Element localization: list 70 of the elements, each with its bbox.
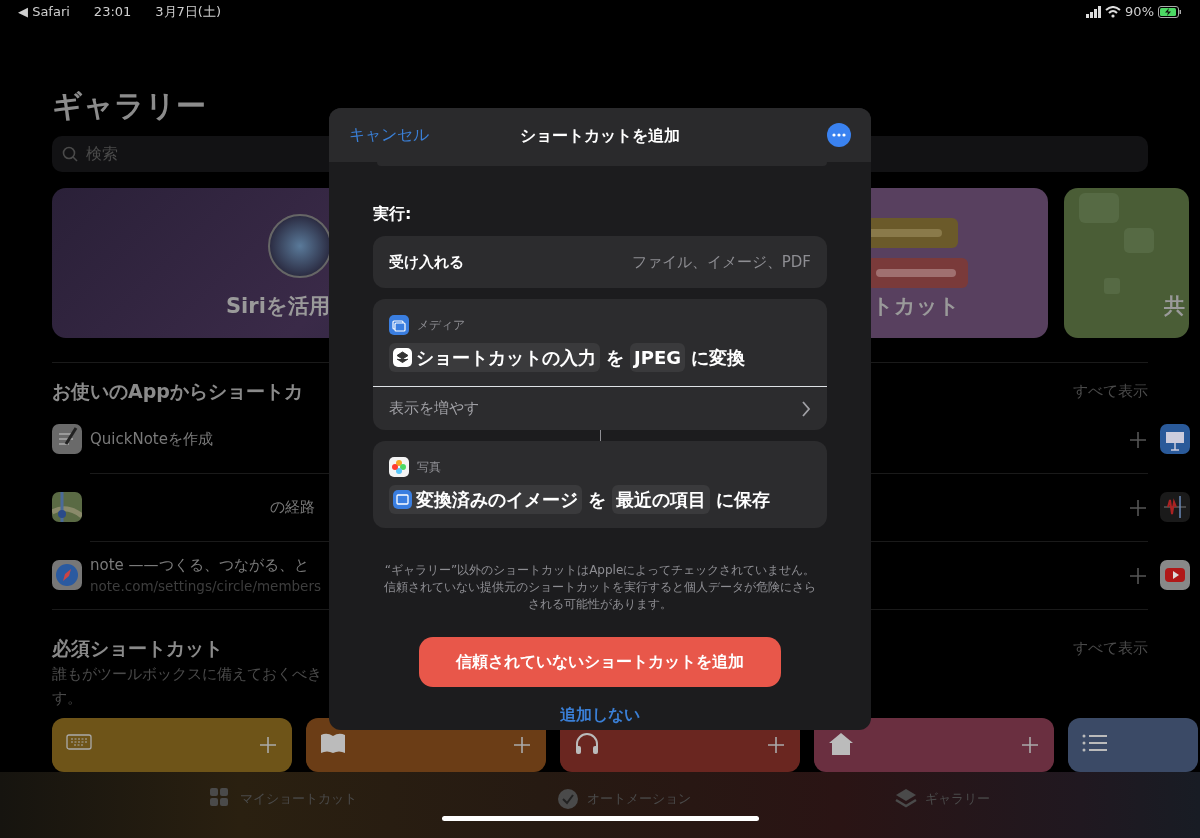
app-icon: [1160, 492, 1190, 522]
card-title: トカット: [872, 292, 960, 320]
warning-text: “ギャラリー”以外のショートカットはAppleによってチェックされていません。信頼されていない提供元のショートカットを実行すると個人データが危険にさらされる可能性があります。: [383, 562, 817, 613]
variable-token[interactable]: 変換済みのイメージ: [389, 485, 582, 514]
section-title: お使いのAppからショートカ: [52, 379, 303, 404]
app-icon: [52, 424, 82, 454]
app-icon: [1160, 560, 1190, 590]
app-icon: [1160, 424, 1190, 454]
battery-percent: 90%: [1125, 3, 1154, 22]
plus-icon: [1130, 432, 1146, 448]
section-subtitle: す。: [52, 688, 82, 709]
cancel-button[interactable]: キャンセル: [349, 123, 429, 147]
ellipsis-icon: [832, 133, 846, 137]
action-text: に保存: [716, 488, 770, 512]
parameter-token[interactable]: 最近の項目: [612, 485, 710, 514]
app-icon: [52, 560, 82, 590]
signal-icon: [1086, 6, 1102, 18]
image-icon: [393, 490, 412, 509]
section-label: 実行:: [373, 203, 413, 225]
plus-icon: [1130, 500, 1146, 516]
photos-flower-icon: [389, 457, 409, 477]
battery-icon: [1158, 6, 1182, 18]
checkmark-clock-icon: [557, 788, 579, 810]
shortcuts-icon: [393, 348, 412, 367]
status-date: 3月7日(土): [155, 3, 221, 22]
shortcut-card[interactable]: 共: [1064, 188, 1189, 338]
shortcut-title: の経路: [270, 496, 315, 518]
more-button[interactable]: [827, 123, 851, 147]
action-app-name: メディア: [417, 317, 465, 334]
back-link[interactable]: ◀ Safari: [18, 2, 70, 22]
search-icon: [62, 146, 78, 162]
shortcut-title: QuickNoteを作成: [90, 428, 213, 450]
plus-icon: [1130, 568, 1146, 584]
plus-icon: [768, 737, 784, 753]
variable-token[interactable]: ショートカットの入力: [389, 343, 600, 372]
action-text: を: [588, 488, 606, 512]
row-label: 受け入れる: [389, 251, 464, 273]
plus-icon: [260, 737, 276, 753]
card-title: 共: [1164, 292, 1185, 320]
dialog-title: ショートカットを追加: [520, 125, 680, 147]
action-text: に変換: [690, 346, 745, 370]
siri-orb-icon: [268, 214, 332, 278]
row-value: ファイル、イメージ、PDF: [631, 251, 811, 273]
plus-icon: [1022, 737, 1038, 753]
add-untrusted-button[interactable]: 信頼されていないショートカットを追加: [419, 637, 781, 688]
plus-icon: [514, 737, 530, 753]
shortcut-title: note ——つくる、つながる、と: [90, 554, 310, 576]
chevron-right-icon: [802, 400, 811, 417]
media-icon: [389, 315, 409, 335]
see-all-link[interactable]: すべて表示: [1073, 636, 1148, 659]
shortcut-url: note.com/settings/circle/members: [90, 577, 321, 597]
search-placeholder: 検索: [86, 143, 118, 165]
page-title: ギャラリー: [52, 88, 207, 124]
show-more-row[interactable]: 表示を増やす: [373, 386, 827, 430]
action-text: を: [606, 346, 624, 370]
headphones-icon: [574, 732, 600, 756]
shortcut-card[interactable]: [814, 718, 1054, 772]
book-icon: [320, 732, 346, 756]
section-title: 必須ショートカット: [52, 635, 223, 661]
see-all-link[interactable]: すべて表示: [1073, 380, 1148, 403]
dont-add-button[interactable]: 追加しない: [554, 703, 646, 729]
card-title: Siriを活用: [226, 292, 330, 320]
section-subtitle: 誰もがツールボックスに備えておくべき: [52, 664, 322, 685]
wifi-icon: [1105, 6, 1122, 18]
parameter-token[interactable]: JPEG: [630, 343, 685, 372]
action-app-name: 写真: [417, 459, 441, 476]
app-icon: [52, 492, 82, 522]
layers-icon: [895, 788, 917, 810]
status-time: 23:01: [93, 3, 132, 22]
house-icon: [828, 732, 854, 756]
